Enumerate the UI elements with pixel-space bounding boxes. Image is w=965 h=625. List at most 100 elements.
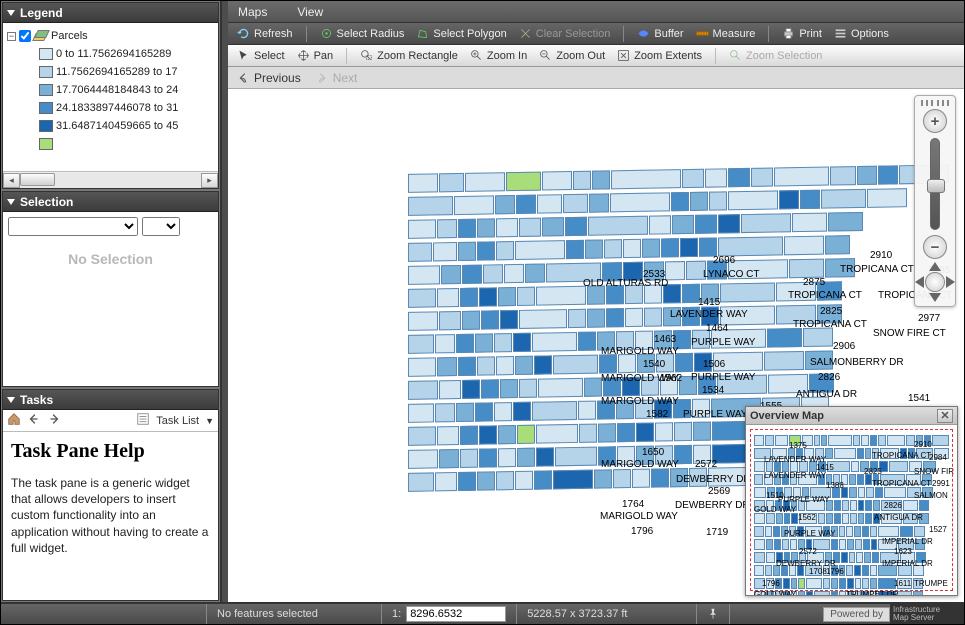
parcel[interactable]	[592, 170, 610, 189]
parcel[interactable]	[408, 403, 434, 422]
parcel[interactable]	[661, 238, 679, 257]
scroll-left-button[interactable]: ◂	[3, 173, 20, 188]
parcel[interactable]	[800, 190, 820, 209]
parcel[interactable]	[821, 189, 866, 209]
parcel[interactable]	[534, 470, 552, 489]
parcel[interactable]	[672, 215, 694, 234]
parcel[interactable]	[611, 169, 681, 189]
parcel[interactable]	[477, 241, 495, 260]
parcel[interactable]	[806, 591, 813, 595]
parcel[interactable]	[798, 591, 805, 595]
pan-down-button[interactable]	[929, 293, 941, 302]
parcel[interactable]	[589, 193, 609, 212]
selection-layer-select[interactable]	[8, 217, 138, 236]
parcel[interactable]	[610, 192, 670, 212]
parcel[interactable]	[408, 334, 434, 353]
parcel[interactable]	[477, 471, 495, 490]
parcel[interactable]	[408, 242, 432, 261]
parcel[interactable]	[606, 308, 624, 327]
parcel[interactable]	[534, 355, 552, 374]
parcel[interactable]	[441, 265, 461, 284]
parcel[interactable]	[625, 308, 643, 327]
next-button[interactable]: Next	[315, 71, 358, 85]
parcel[interactable]	[465, 172, 505, 192]
zoom-in-round-button[interactable]: +	[923, 109, 947, 133]
parcel[interactable]	[458, 472, 476, 491]
parcel[interactable]	[513, 402, 531, 421]
task-list-label[interactable]: Task List	[156, 415, 199, 427]
parcel[interactable]	[779, 190, 799, 209]
parcel[interactable]	[437, 426, 459, 445]
task-list-dropdown-icon[interactable]: ▼	[205, 416, 214, 426]
legend-root-checkbox[interactable]	[19, 30, 31, 42]
parcel[interactable]	[695, 214, 717, 233]
select-polygon-button[interactable]: Select Polygon	[413, 26, 509, 41]
parcel[interactable]	[506, 172, 541, 192]
parcel[interactable]	[458, 219, 476, 238]
parcel[interactable]	[475, 333, 493, 352]
parcel[interactable]	[408, 449, 438, 469]
parcel[interactable]	[515, 356, 533, 375]
parcel[interactable]	[408, 426, 436, 445]
legend-item[interactable]: 24.1833897446078 to 31	[5, 99, 216, 117]
legend-item[interactable]	[5, 135, 216, 153]
parcel[interactable]	[439, 449, 459, 468]
parcel[interactable]	[617, 423, 635, 442]
parcel[interactable]	[674, 422, 692, 441]
parcel[interactable]	[623, 239, 641, 258]
parcel[interactable]	[517, 425, 535, 444]
parcel[interactable]	[439, 173, 464, 192]
parcel[interactable]	[500, 379, 518, 398]
parcel[interactable]	[481, 310, 499, 329]
parcel[interactable]	[573, 171, 591, 190]
parcel[interactable]	[565, 217, 587, 236]
tasks-header[interactable]: Tasks	[3, 390, 218, 410]
parcel[interactable]	[460, 288, 478, 307]
zoom-out-round-button[interactable]: −	[923, 235, 947, 259]
legend-root-row[interactable]: − Parcels	[5, 27, 216, 45]
parcel[interactable]	[671, 192, 689, 211]
parcel[interactable]	[682, 169, 704, 188]
parcel[interactable]	[690, 192, 708, 211]
previous-button[interactable]: Previous	[236, 71, 301, 85]
parcel[interactable]	[764, 351, 804, 371]
parcel[interactable]	[718, 214, 740, 233]
buffer-button[interactable]: Buffer	[634, 26, 686, 41]
parcel[interactable]	[655, 422, 673, 441]
parcel[interactable]	[598, 423, 616, 442]
parcel[interactable]	[532, 332, 577, 352]
select-radius-button[interactable]: Select Radius	[317, 26, 408, 41]
parcel[interactable]	[867, 188, 907, 208]
parcel[interactable]	[728, 190, 778, 210]
parcel[interactable]	[542, 171, 572, 191]
parcel[interactable]	[462, 311, 480, 330]
parcel[interactable]	[542, 217, 564, 236]
parcel[interactable]	[519, 218, 541, 237]
parcel[interactable]	[519, 379, 537, 398]
legend-item[interactable]: 17.7064448184843 to 24	[5, 81, 216, 99]
select-button[interactable]: Select	[234, 48, 288, 63]
parcel[interactable]	[498, 287, 516, 306]
parcel[interactable]	[587, 308, 605, 327]
parcel[interactable]	[537, 194, 562, 213]
parcel[interactable]	[454, 195, 494, 215]
parcel[interactable]	[588, 216, 648, 236]
scale-input[interactable]	[406, 606, 506, 622]
parcel[interactable]	[500, 310, 518, 329]
home-icon[interactable]	[7, 412, 21, 429]
parcel[interactable]	[878, 165, 898, 184]
parcel[interactable]	[913, 591, 924, 595]
parcel[interactable]	[408, 265, 440, 285]
scroll-right-button[interactable]: ▸	[201, 173, 218, 188]
parcel[interactable]	[517, 287, 535, 306]
parcel[interactable]	[553, 470, 593, 490]
parcel[interactable]	[458, 357, 476, 376]
status-pin[interactable]	[697, 604, 730, 624]
parcel[interactable]	[649, 215, 671, 234]
zoom-selection-button[interactable]: Zoom Selection	[726, 48, 825, 63]
parcel[interactable]	[496, 241, 514, 260]
scroll-track[interactable]	[20, 173, 201, 188]
pan-center-button[interactable]	[925, 272, 945, 292]
parcel[interactable]	[693, 422, 711, 441]
pan-up-button[interactable]	[929, 262, 941, 271]
